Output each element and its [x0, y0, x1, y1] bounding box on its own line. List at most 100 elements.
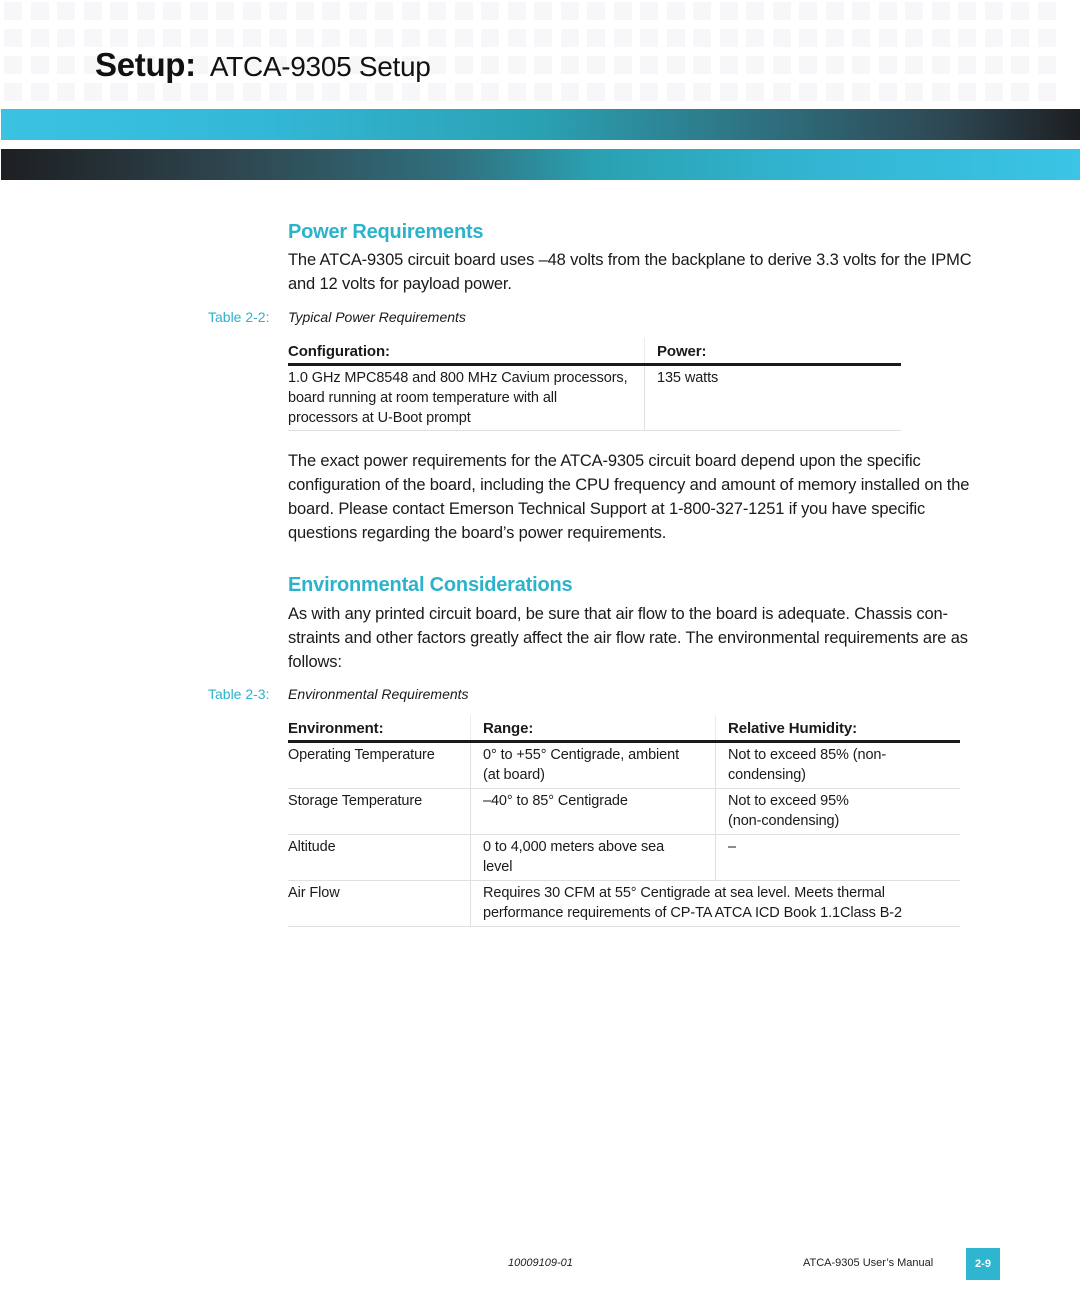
table-caption-number: Table 2-3:: [208, 686, 270, 702]
grid-square: [905, 83, 923, 101]
grid-square: [746, 56, 764, 74]
column-header-power: Power:: [644, 338, 901, 366]
grid-square: [719, 29, 738, 47]
grid-square: [83, 29, 102, 47]
grid-square: [507, 29, 526, 47]
grid-square: [216, 29, 234, 47]
grid-square: [958, 56, 976, 74]
grid-square: [4, 56, 22, 74]
table-row: Operating Temperature 0° to +55° Centigr…: [288, 741, 960, 789]
grid-square: [560, 29, 579, 47]
grid-square: [799, 83, 817, 101]
grid-square: [454, 29, 473, 47]
grid-square: [799, 56, 817, 74]
grid-square: [825, 2, 844, 20]
grid-square: [905, 2, 923, 20]
cell-power: 135 watts: [644, 364, 901, 431]
grid-square: [507, 83, 526, 101]
chapter-title: ATCA-9305 Setup: [209, 51, 431, 82]
grid-square: [481, 83, 499, 101]
grid-square: [852, 56, 870, 74]
table-caption-number: Table 2-2:: [208, 309, 270, 325]
cell-environment: Air Flow: [288, 880, 471, 927]
footer-manual-title: ATCA-9305 User’s Manual: [803, 1257, 934, 1269]
grid-square: [666, 83, 685, 101]
grid-square: [83, 2, 102, 20]
grid-square: [481, 29, 499, 47]
page-title: Setup: ATCA-9305 Setup: [95, 46, 431, 84]
table-2-3-caption: Table 2-3: Environmental Requirements: [208, 686, 469, 702]
table-row: Storage Temperature –40° to 85° Centigra…: [288, 788, 960, 835]
grid-square: [189, 2, 208, 20]
grid-square: [242, 2, 261, 20]
grid-square: [931, 2, 950, 20]
grid-square: [322, 29, 340, 47]
grid-square: [348, 29, 367, 47]
grid-square: [693, 2, 711, 20]
grid-square: [772, 83, 791, 101]
header-band-top: [1, 109, 1080, 140]
grid-square: [375, 29, 393, 47]
grid-square: [83, 83, 102, 101]
grid-square: [322, 2, 340, 20]
grid-square: [375, 83, 393, 101]
table-header-row: Configuration: Power:: [288, 338, 901, 366]
table-2-2-caption: Table 2-2: Typical Power Requirements: [208, 309, 466, 325]
grid-square: [295, 29, 314, 47]
grid-square: [4, 83, 22, 101]
grid-square: [30, 56, 49, 74]
grid-square: [4, 29, 22, 47]
grid-square: [163, 29, 181, 47]
grid-square: [931, 56, 950, 74]
grid-square: [640, 29, 658, 47]
grid-square: [772, 56, 791, 74]
environmental-considerations-heading: Environmental Considerations: [288, 574, 573, 596]
grid-square: [1011, 29, 1029, 47]
grid-square: [878, 56, 897, 74]
grid-square: [163, 83, 181, 101]
grid-square: [852, 83, 870, 101]
cell-range: 0° to +55° Centigrade, ambient (at board…: [470, 741, 716, 789]
table-row: 1.0 GHz MPC8548 and 800 MHz Cavium proce…: [288, 364, 901, 431]
grid-square: [799, 2, 817, 20]
grid-square: [560, 56, 579, 74]
column-header-configuration: Configuration:: [288, 338, 645, 366]
grid-square: [401, 83, 420, 101]
grid-square: [666, 2, 685, 20]
grid-square: [57, 2, 75, 20]
table-caption-title: Environmental Requirements: [288, 686, 469, 702]
grid-square: [110, 2, 128, 20]
cell-range: –40° to 85° Centigrade: [470, 788, 716, 835]
grid-square: [587, 56, 605, 74]
grid-square: [1011, 2, 1029, 20]
grid-square: [481, 56, 499, 74]
grid-square: [931, 29, 950, 47]
power-followup-paragraph: The exact power requirements for the ATC…: [288, 452, 970, 542]
grid-square: [693, 29, 711, 47]
grid-square: [958, 83, 976, 101]
footer-document-number: 10009109-01: [508, 1257, 573, 1269]
column-header-environment: Environment:: [288, 715, 471, 743]
grid-square: [640, 56, 658, 74]
grid-square: [57, 56, 75, 74]
grid-square: [587, 83, 605, 101]
grid-square: [322, 83, 340, 101]
grid-square: [719, 56, 738, 74]
grid-square: [693, 56, 711, 74]
grid-square: [136, 2, 155, 20]
grid-square: [454, 56, 473, 74]
grid-square: [587, 29, 605, 47]
grid-square: [189, 29, 208, 47]
grid-square: [878, 2, 897, 20]
grid-square: [984, 83, 1003, 101]
grid-square: [1037, 2, 1056, 20]
column-header-relative-humidity: Relative Humidity:: [715, 715, 960, 743]
grid-square: [375, 2, 393, 20]
grid-square: [295, 83, 314, 101]
grid-square: [640, 2, 658, 20]
grid-square: [878, 29, 897, 47]
grid-square: [163, 2, 181, 20]
grid-square: [852, 29, 870, 47]
grid-square: [110, 29, 128, 47]
page-number-badge: 2-9: [966, 1248, 1000, 1280]
